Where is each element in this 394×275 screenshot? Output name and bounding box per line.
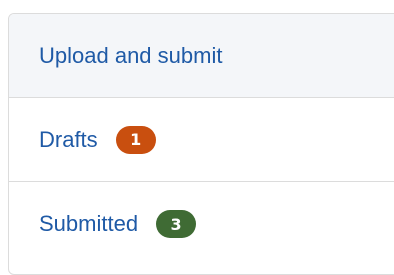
upload-and-submit-link[interactable]: Upload and submit xyxy=(9,14,394,98)
drafts-count-badge: 1 xyxy=(115,125,156,154)
upload-and-submit-label: Upload and submit xyxy=(39,42,223,68)
submitted-label: Submitted xyxy=(39,211,139,236)
drafts-link[interactable]: Drafts 1 xyxy=(9,98,394,182)
upload-submit-panel: Upload and submit Drafts 1 Submitted 3 xyxy=(8,13,394,275)
drafts-label: Drafts xyxy=(39,126,98,152)
submitted-count-badge: 3 xyxy=(156,210,197,238)
submitted-link[interactable]: Submitted 3 xyxy=(9,182,394,266)
